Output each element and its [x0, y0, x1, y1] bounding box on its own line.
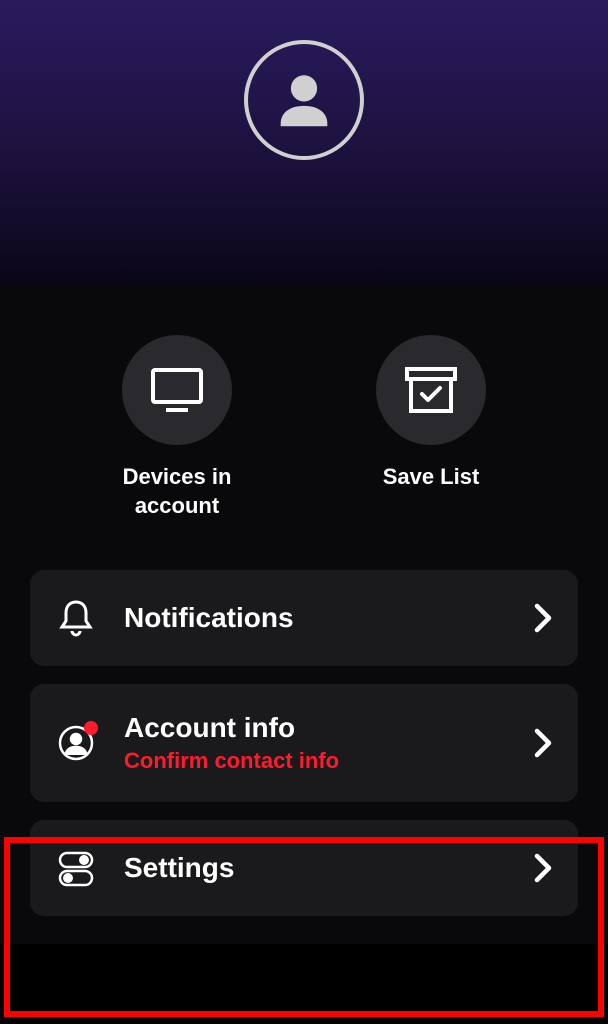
person-icon	[269, 65, 339, 135]
archive-check-icon	[404, 366, 458, 414]
devices-button[interactable]: Devices in account	[87, 335, 267, 520]
profile-header	[0, 0, 608, 285]
notifications-item[interactable]: Notifications	[30, 570, 578, 666]
settings-item[interactable]: Settings	[30, 820, 578, 916]
alert-badge	[84, 721, 98, 735]
avatar[interactable]	[244, 40, 364, 160]
quick-actions-row: Devices in account Save List	[30, 305, 578, 570]
account-info-item[interactable]: Account info Confirm contact info	[30, 684, 578, 802]
devices-icon-circle	[122, 335, 232, 445]
bell-icon	[59, 599, 93, 637]
chevron-right-icon	[534, 853, 552, 883]
devices-label: Devices in account	[87, 463, 267, 520]
save-list-icon-circle	[376, 335, 486, 445]
settings-title: Settings	[124, 852, 506, 884]
save-list-button[interactable]: Save List	[341, 335, 521, 520]
save-list-label: Save List	[383, 463, 480, 492]
chevron-right-icon	[534, 603, 552, 633]
notifications-title: Notifications	[124, 602, 506, 634]
monitor-icon	[150, 367, 204, 413]
account-info-subtitle: Confirm contact info	[124, 748, 506, 774]
toggles-icon	[58, 849, 94, 887]
account-info-title: Account info	[124, 712, 506, 744]
main-content: Devices in account Save List	[0, 285, 608, 944]
chevron-right-icon	[534, 728, 552, 758]
settings-list: Notifications Account info Confirm conta…	[30, 570, 578, 944]
